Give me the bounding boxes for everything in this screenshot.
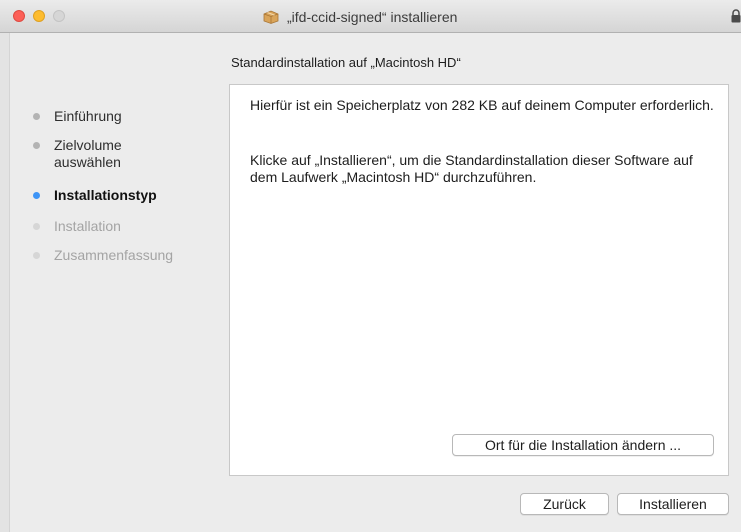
step-label: Einführung <box>54 108 122 124</box>
step-status-dot <box>33 142 40 149</box>
disk-space-text: Hierfür ist ein Speicherplatz von 282 KB… <box>250 97 714 113</box>
title-bar: „ifd-ccid-signed“ installieren <box>0 0 741 33</box>
window-title-text: „ifd-ccid-signed“ installieren <box>287 9 458 25</box>
lock-icon <box>731 9 741 23</box>
step-installationstyp: Installationstyp <box>33 187 157 204</box>
step-status-dot <box>33 192 40 199</box>
back-button[interactable]: Zurück <box>520 493 609 515</box>
page-subtitle: Standardinstallation auf „Macintosh HD“ <box>231 55 461 70</box>
close-window-button[interactable] <box>13 10 25 22</box>
install-instruction-text: Klicke auf „Installieren“, um die Standa… <box>250 152 693 185</box>
step-zusammenfassung: Zusammenfassung <box>33 247 173 264</box>
change-install-location-button[interactable]: Ort für die Installation ändern ... <box>452 434 714 456</box>
step-zielvolume: Zielvolume auswählen <box>33 137 154 171</box>
content-panel: Hierfür ist ein Speicherplatz von 282 KB… <box>229 84 729 476</box>
step-label: Installation <box>54 218 121 234</box>
zoom-window-button[interactable] <box>53 10 65 22</box>
window-title: „ifd-ccid-signed“ installieren <box>263 8 457 26</box>
minimize-window-button[interactable] <box>33 10 45 22</box>
step-label: Installationstyp <box>54 187 157 203</box>
package-icon <box>263 10 279 24</box>
step-label: Zusammenfassung <box>54 247 174 263</box>
step-installation: Installation <box>33 218 121 235</box>
step-einfuehrung: Einführung <box>33 108 122 125</box>
step-status-dot <box>33 223 40 230</box>
window-left-edge <box>0 33 10 532</box>
step-status-dot <box>33 252 40 259</box>
step-status-dot <box>33 113 40 120</box>
step-label: Zielvolume auswählen <box>54 137 122 170</box>
install-button[interactable]: Installieren <box>617 493 729 515</box>
